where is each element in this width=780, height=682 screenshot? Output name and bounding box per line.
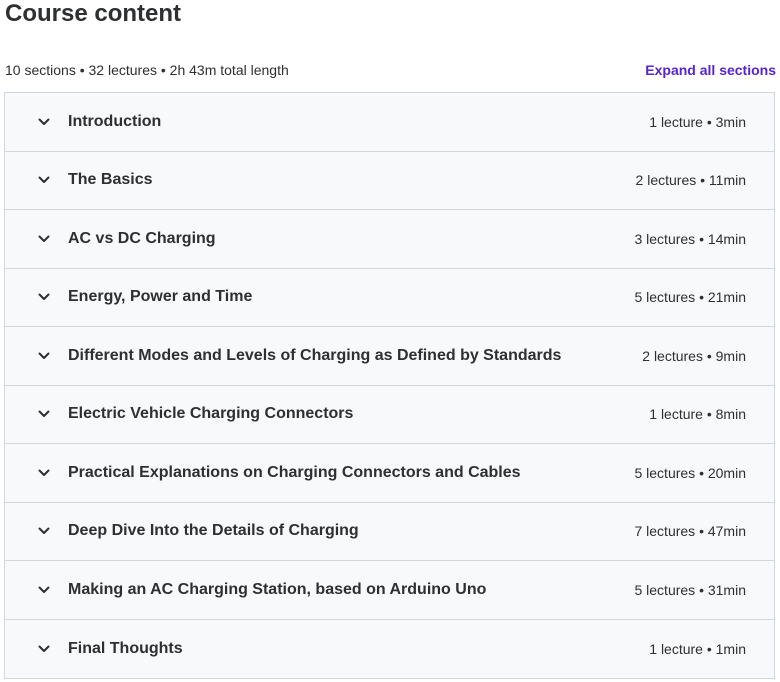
chevron-down-icon — [37, 115, 51, 129]
section-meta: 2 lectures • 9min — [642, 347, 746, 364]
section-meta: 1 lecture • 3min — [649, 113, 746, 130]
section-title: Practical Explanations on Charging Conne… — [68, 463, 521, 481]
course-content-panel: Course content 10 sections • 32 lectures… — [0, 0, 780, 682]
sections-list: Introduction 1 lecture • 3min The Basics 2 … — [4, 92, 775, 679]
chevron-down-icon — [37, 642, 51, 656]
summary-row: 10 sections • 32 lectures • 2h 43m total… — [5, 60, 776, 80]
chevron-down-icon — [37, 232, 51, 246]
course-summary: 10 sections • 32 lectures • 2h 43m total… — [5, 62, 289, 78]
section-header[interactable]: Deep Dive Into the Details of Charging 7 … — [5, 502, 774, 561]
chevron-down-icon — [37, 290, 51, 304]
chevron-down-icon — [37, 583, 51, 597]
section-title: Different Modes and Levels of Charging a… — [68, 346, 562, 364]
section-title: Deep Dive Into the Details of Charging — [68, 522, 359, 540]
chevron-down-icon — [37, 349, 51, 363]
page-title: Course content — [5, 0, 182, 27]
section-title: The Basics — [68, 171, 153, 189]
expand-all-sections-button[interactable]: Expand all sections — [645, 62, 776, 78]
chevron-down-icon — [37, 407, 51, 421]
section-header[interactable]: Electric Vehicle Charging Connectors 1 le… — [5, 385, 774, 444]
section-header[interactable]: The Basics 2 lectures • 11min — [5, 151, 774, 210]
section-title: Making an AC Charging Station, based on … — [68, 580, 487, 598]
section-header[interactable]: Introduction 1 lecture • 3min — [5, 93, 774, 152]
section-meta: 5 lectures • 21min — [634, 289, 746, 306]
section-header[interactable]: Different Modes and Levels of Charging a… — [5, 327, 774, 386]
chevron-down-icon — [37, 173, 51, 187]
section-title: Energy, Power and Time — [68, 288, 253, 306]
section-meta: 2 lectures • 11min — [635, 172, 746, 189]
section-meta: 5 lectures • 20min — [634, 464, 746, 481]
section-meta: 5 lectures • 31min — [634, 581, 746, 598]
chevron-down-icon — [37, 466, 51, 480]
section-title: Final Thoughts — [68, 639, 183, 657]
section-header[interactable]: Final Thoughts 1 lecture • 1min — [5, 619, 774, 678]
section-title: AC vs DC Charging — [68, 229, 216, 247]
section-title: Introduction — [68, 112, 162, 130]
section-header[interactable]: Energy, Power and Time 5 lectures • 21min — [5, 268, 774, 327]
section-title: Electric Vehicle Charging Connectors — [68, 405, 354, 423]
section-meta: 7 lectures • 47min — [634, 523, 746, 540]
section-header[interactable]: Practical Explanations on Charging Conne… — [5, 444, 774, 503]
section-header[interactable]: AC vs DC Charging 3 lectures • 14min — [5, 210, 774, 269]
section-meta: 1 lecture • 8min — [649, 406, 746, 423]
chevron-down-icon — [37, 524, 51, 538]
section-meta: 1 lecture • 1min — [649, 640, 746, 657]
section-header[interactable]: Making an AC Charging Station, based on … — [5, 561, 774, 620]
section-meta: 3 lectures • 14min — [634, 230, 746, 247]
